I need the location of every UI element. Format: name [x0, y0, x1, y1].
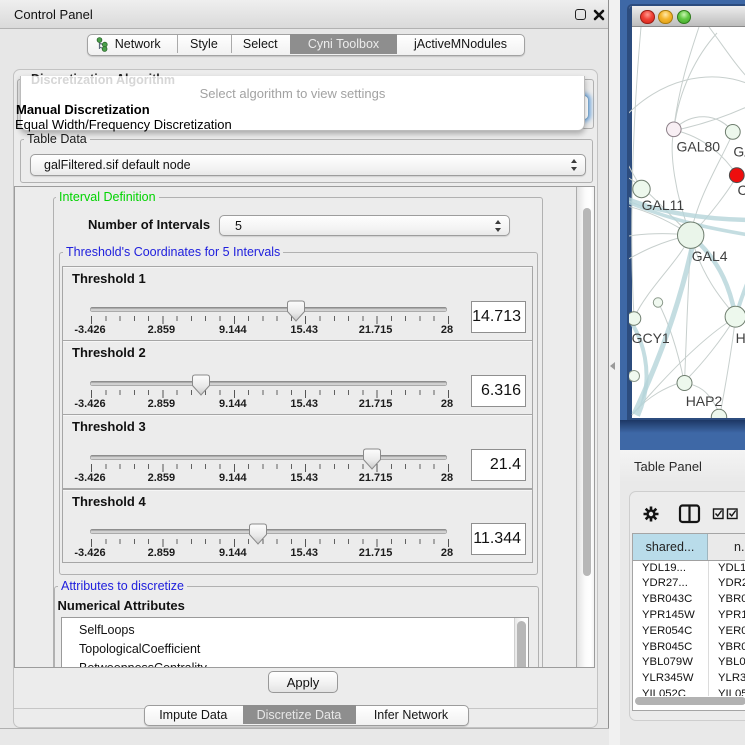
- svg-text:HAP2: HAP2: [686, 393, 723, 409]
- svg-text:CY: CY: [738, 182, 745, 198]
- svg-text:GAL11: GAL11: [642, 197, 685, 213]
- svg-text:GAL4: GAL4: [692, 248, 728, 264]
- svg-text:GA: GA: [733, 144, 745, 160]
- svg-text:GAL80: GAL80: [677, 138, 721, 154]
- svg-text:GCY1: GCY1: [632, 330, 670, 346]
- svg-text:HI: HI: [736, 330, 745, 346]
